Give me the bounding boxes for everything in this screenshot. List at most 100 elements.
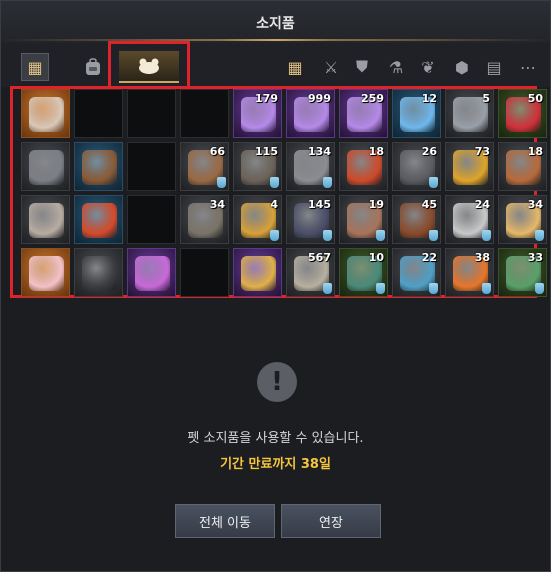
inventory-slot[interactable]: 34 <box>498 195 547 244</box>
item-count: 259 <box>361 92 384 105</box>
inventory-slot[interactable]: 73 <box>445 142 494 191</box>
alert-icon: ! <box>257 362 297 402</box>
item-count: 4 <box>270 198 278 211</box>
inventory-slot[interactable]: 134 <box>286 142 335 191</box>
inventory-slot[interactable]: 19 <box>339 195 388 244</box>
inventory-slot[interactable]: 34 <box>180 195 229 244</box>
item-count: 24 <box>474 198 490 211</box>
title-bar[interactable]: 소지품 <box>1 1 550 43</box>
antler-gold-icon <box>241 256 276 291</box>
flask-icon <box>217 177 226 188</box>
item-count: 567 <box>308 251 331 264</box>
inventory-slot[interactable] <box>74 142 123 191</box>
inventory-slot[interactable] <box>21 142 70 191</box>
inventory-slot[interactable] <box>21 89 70 138</box>
item-count: 45 <box>421 198 437 211</box>
item-count: 34 <box>209 198 225 211</box>
empty-slot[interactable] <box>180 248 229 297</box>
inventory-grid: 179 999 259 12 5 50 66 115 134 18 26 73 18 34 4 145 19 45… <box>21 89 547 297</box>
empty-slot[interactable] <box>127 142 176 191</box>
item-count: 12 <box>421 92 437 105</box>
flask-icon <box>429 230 438 241</box>
inventory-slot[interactable]: 12 <box>392 89 441 138</box>
armor-icon[interactable]: ⛊ <box>351 56 373 78</box>
inventory-slot[interactable]: 50 <box>498 89 547 138</box>
tab-all[interactable]: ▦ <box>21 53 49 81</box>
stove-icon <box>29 150 64 185</box>
pet-tab-highlight <box>108 41 190 89</box>
rabbit-icon <box>29 203 64 238</box>
inventory-slot[interactable] <box>74 248 123 297</box>
inventory-slot[interactable]: 18 <box>339 142 388 191</box>
empty-slot[interactable] <box>127 195 176 244</box>
inventory-slot[interactable]: 4 <box>233 195 282 244</box>
leaf-icon[interactable]: ❦ <box>417 56 439 78</box>
flask-icon <box>376 283 385 294</box>
extend-button[interactable]: 연장 <box>281 504 381 538</box>
inventory-slot[interactable]: 115 <box>233 142 282 191</box>
flask-icon <box>429 177 438 188</box>
inventory-slot[interactable]: 179 <box>233 89 282 138</box>
item-count: 115 <box>255 145 278 158</box>
item-count: 34 <box>527 198 543 211</box>
gem-icon[interactable]: ⬢ <box>451 56 473 78</box>
potion-icon[interactable]: ⚗ <box>385 56 407 78</box>
inventory-slot[interactable]: 22 <box>392 248 441 297</box>
window-title: 소지품 <box>256 16 295 32</box>
inventory-slot[interactable]: 45 <box>392 195 441 244</box>
flask-icon <box>323 177 332 188</box>
cards-icon[interactable]: ▤ <box>483 56 505 78</box>
egg-pink-icon <box>29 256 64 291</box>
inventory-slot[interactable]: 259 <box>339 89 388 138</box>
empty-slot[interactable] <box>180 89 229 138</box>
item-count: 19 <box>368 198 384 211</box>
item-count: 145 <box>308 198 331 211</box>
item-count: 73 <box>474 145 490 158</box>
item-count: 134 <box>308 145 331 158</box>
tab-bag[interactable] <box>77 51 109 83</box>
inventory-slot[interactable] <box>233 248 282 297</box>
inventory-slot[interactable]: 33 <box>498 248 547 297</box>
more-icon[interactable]: ⋯ <box>517 56 539 78</box>
empty-slot[interactable] <box>127 89 176 138</box>
inventory-window: 소지품 ▦ ▦ ⚔ ⛊ ⚗ ❦ ⬢ ▤ ⋯ 179 999 259 12 5 50 66 115 134 18 2… <box>0 0 551 572</box>
drum-icon <box>82 150 117 185</box>
inventory-slot[interactable]: 26 <box>392 142 441 191</box>
flask-icon <box>323 283 332 294</box>
flask-icon <box>535 230 544 241</box>
expiry-text: 기간 만료까지 38일 <box>220 457 331 472</box>
silhouette-icon <box>135 256 170 291</box>
move-all-button[interactable]: 전체 이동 <box>175 504 275 538</box>
grid-icon[interactable]: ▦ <box>284 56 306 78</box>
item-count: 38 <box>474 251 490 264</box>
inventory-slot[interactable] <box>21 195 70 244</box>
item-count: 18 <box>368 145 384 158</box>
inventory-slot[interactable]: 567 <box>286 248 335 297</box>
inventory-slot[interactable]: 66 <box>180 142 229 191</box>
backpack-icon <box>86 58 100 75</box>
flask-icon <box>323 230 332 241</box>
title-divider <box>1 39 550 41</box>
notice-message: 펫 소지품을 사용할 수 있습니다. <box>187 431 364 446</box>
inventory-slot[interactable]: 999 <box>286 89 335 138</box>
inventory-slot[interactable] <box>21 248 70 297</box>
grid-icon: ▦ <box>27 57 43 77</box>
flask-icon <box>482 230 491 241</box>
item-count: 10 <box>368 251 384 264</box>
crossed-swords-icon[interactable]: ⚔ <box>320 56 342 78</box>
inventory-slot[interactable]: 24 <box>445 195 494 244</box>
inventory-slot[interactable]: 18 <box>498 142 547 191</box>
inventory-slot[interactable]: 38 <box>445 248 494 297</box>
empty-slot[interactable] <box>74 89 123 138</box>
item-count: 999 <box>308 92 331 105</box>
item-count: 18 <box>527 145 543 158</box>
inventory-slot[interactable]: 5 <box>445 89 494 138</box>
item-count: 26 <box>421 145 437 158</box>
inventory-slot[interactable] <box>127 248 176 297</box>
flask-icon <box>376 230 385 241</box>
item-count: 50 <box>527 92 543 105</box>
inventory-slot[interactable] <box>74 195 123 244</box>
inventory-slot[interactable]: 10 <box>339 248 388 297</box>
item-count: 5 <box>482 92 490 105</box>
inventory-slot[interactable]: 145 <box>286 195 335 244</box>
